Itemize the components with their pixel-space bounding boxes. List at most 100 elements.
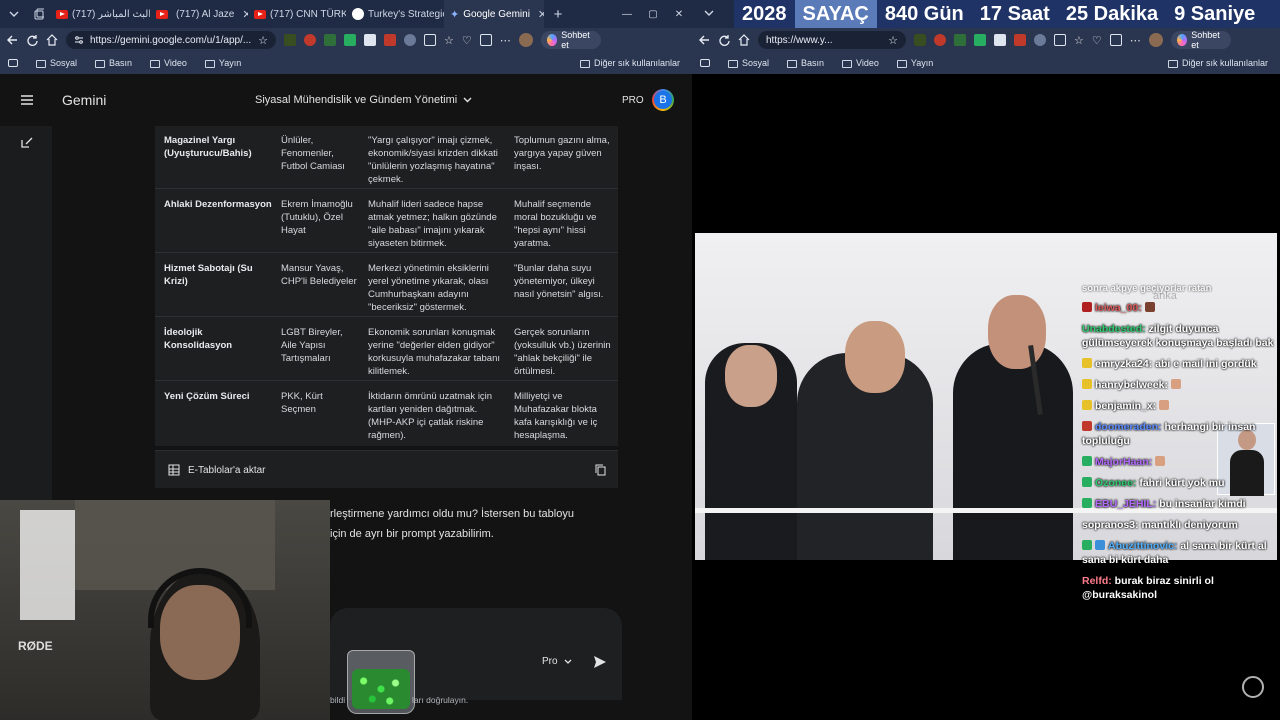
send-button[interactable] bbox=[593, 655, 607, 669]
split-screen-icon[interactable] bbox=[424, 34, 436, 46]
tab-sidebar-icon[interactable] bbox=[8, 59, 18, 67]
more-icon[interactable]: ⋯ bbox=[500, 34, 511, 47]
chat-message: Ozonee: fahri kürt yok mu bbox=[1082, 476, 1278, 490]
copilot-button[interactable]: Sohbet et bbox=[1170, 30, 1231, 50]
refresh-icon[interactable] bbox=[26, 34, 38, 46]
response-text: rleştirmene yardımcı oldu mu? İstersen b… bbox=[330, 508, 574, 520]
jar-graphic bbox=[347, 650, 415, 714]
table-cell: Gerçek sorunların (yoksulluk vb.) üzerin… bbox=[514, 327, 611, 377]
collections-icon[interactable] bbox=[479, 34, 492, 46]
copy-table-button[interactable] bbox=[595, 464, 606, 476]
tab-1[interactable]: (717) Al Jaze ✕ bbox=[150, 0, 248, 28]
extension-icon[interactable] bbox=[324, 34, 336, 46]
other-bookmarks-label: Diğer sık kullanılanlar bbox=[593, 58, 680, 68]
table-cell: İktidarın ömrünü uzatmak için kartları y… bbox=[368, 391, 493, 441]
extension-icon[interactable] bbox=[934, 34, 946, 46]
copilot-label: Sohbet et bbox=[561, 30, 590, 50]
extension-icon[interactable] bbox=[304, 34, 316, 46]
bookmarks-bar: Sosyal Basın Video Yayın Diğer sık kulla… bbox=[692, 52, 1280, 74]
extension-icon[interactable] bbox=[1014, 34, 1026, 46]
bookmark-sosyal[interactable]: Sosyal bbox=[36, 58, 77, 68]
export-to-sheets-button[interactable]: E-Tablolar'a aktar bbox=[168, 464, 266, 476]
tab-menu-button[interactable] bbox=[0, 0, 28, 28]
send-icon bbox=[594, 656, 606, 668]
tab-4-active[interactable]: ✦ Google Gemini ✕ bbox=[444, 0, 544, 28]
chat-username: benjamin_x: bbox=[1095, 400, 1157, 412]
tab-3[interactable]: Turkey's Strategic✕ bbox=[346, 0, 444, 28]
extension-icon[interactable] bbox=[914, 34, 926, 46]
workspaces-button[interactable] bbox=[28, 0, 50, 28]
row-divider bbox=[155, 188, 618, 189]
extensions-row: ☆ ♡ ⋯ bbox=[284, 33, 533, 47]
tab-sidebar-icon[interactable] bbox=[700, 59, 710, 67]
extension-icon[interactable] bbox=[994, 34, 1006, 46]
model-selector[interactable]: Pro bbox=[542, 656, 572, 667]
split-screen-icon[interactable] bbox=[1054, 34, 1066, 46]
extension-icon[interactable] bbox=[284, 34, 296, 46]
green-balls bbox=[352, 669, 410, 709]
conversation-title-dropdown[interactable]: Siyasal Mühendislik ve Gündem Yönetimi bbox=[255, 94, 472, 106]
extension-icon[interactable] bbox=[954, 34, 966, 46]
favorites-icon[interactable]: ☆ bbox=[1074, 34, 1084, 47]
bookmark-yayin[interactable]: Yayın bbox=[204, 58, 241, 68]
star-icon[interactable]: ☆ bbox=[888, 34, 898, 47]
minimize-button[interactable]: — bbox=[614, 0, 640, 28]
table-cell: PKK, Kürt Seçmen bbox=[281, 391, 323, 415]
chat-message: leiwa_00: bbox=[1082, 301, 1278, 315]
back-arrow-icon[interactable] bbox=[698, 34, 710, 46]
counter-minutes: 25 Dakika bbox=[1065, 2, 1159, 25]
home-icon[interactable] bbox=[738, 34, 750, 46]
disclaimer-text: ları doğrulayın. bbox=[412, 695, 469, 705]
profile-avatar[interactable] bbox=[518, 33, 533, 47]
copilot-button[interactable]: Sohbet et bbox=[540, 30, 601, 50]
extension-icon[interactable] bbox=[364, 34, 376, 46]
menu-button[interactable] bbox=[20, 94, 34, 106]
bookmark-label: Video bbox=[856, 58, 879, 68]
favorites-icon[interactable]: ☆ bbox=[444, 34, 454, 47]
heart-icon[interactable]: ♡ bbox=[1092, 34, 1102, 47]
bookmark-label: Video bbox=[164, 58, 187, 68]
maximize-button[interactable]: ▢ bbox=[640, 0, 666, 28]
channel-logo-icon bbox=[1242, 676, 1264, 698]
url-text: https://gemini.google.com/u/1/app/... bbox=[90, 34, 252, 46]
puzzle-icon[interactable] bbox=[404, 34, 416, 46]
back-arrow-icon[interactable] bbox=[6, 34, 18, 46]
new-tab-button[interactable]: + bbox=[544, 0, 572, 28]
other-bookmarks[interactable]: Diğer sık kullanılanlar bbox=[579, 58, 680, 68]
chat-text: mantıklı deniyorum bbox=[1141, 519, 1238, 531]
bookmark-sosyal[interactable]: Sosyal bbox=[728, 58, 769, 68]
bookmark-basin[interactable]: Basın bbox=[787, 58, 824, 68]
tab-0[interactable]: (717) البث المباشر✕ bbox=[50, 0, 150, 28]
more-icon[interactable]: ⋯ bbox=[1130, 34, 1141, 47]
address-field[interactable]: https://gemini.google.com/u/1/app/... ☆ bbox=[66, 31, 276, 49]
puzzle-icon[interactable] bbox=[1034, 34, 1046, 46]
new-chat-button[interactable] bbox=[20, 136, 33, 149]
emote-icon bbox=[1159, 400, 1170, 410]
collections-icon[interactable] bbox=[1109, 34, 1122, 46]
other-bookmarks[interactable]: Diğer sık kullanılanlar bbox=[1167, 58, 1268, 68]
bookmark-video[interactable]: Video bbox=[150, 58, 187, 68]
star-icon[interactable]: ☆ bbox=[258, 34, 268, 47]
extension-icon[interactable] bbox=[384, 34, 396, 46]
chat-text: fahri kürt yok mu bbox=[1139, 477, 1225, 489]
user-badge bbox=[1082, 498, 1092, 508]
bookmark-basin[interactable]: Basın bbox=[95, 58, 132, 68]
extension-icon[interactable] bbox=[974, 34, 986, 46]
address-field[interactable]: https://www.y... ☆ bbox=[758, 31, 906, 49]
refresh-icon[interactable] bbox=[718, 34, 730, 46]
table-cell: Merkezi yönetimin eksiklerini yerel yöne… bbox=[368, 263, 489, 313]
emote-icon bbox=[1144, 302, 1155, 312]
extension-icon[interactable] bbox=[344, 34, 356, 46]
close-window-button[interactable]: ✕ bbox=[666, 0, 692, 28]
home-icon[interactable] bbox=[46, 34, 58, 46]
tab-menu-button[interactable] bbox=[704, 10, 714, 16]
heart-icon[interactable]: ♡ bbox=[462, 34, 472, 47]
bookmark-yayin[interactable]: Yayın bbox=[896, 58, 933, 68]
account-avatar[interactable]: B bbox=[652, 89, 674, 111]
tab-2[interactable]: (717) CNN TÜRK✕ bbox=[248, 0, 346, 28]
window-light bbox=[20, 510, 75, 620]
profile-avatar[interactable] bbox=[1148, 33, 1163, 47]
table-cell: Muhalif seçmende moral bozukluğu ve "hep… bbox=[514, 199, 597, 249]
gemini-brand[interactable]: Gemini bbox=[62, 92, 106, 108]
bookmark-video[interactable]: Video bbox=[842, 58, 879, 68]
